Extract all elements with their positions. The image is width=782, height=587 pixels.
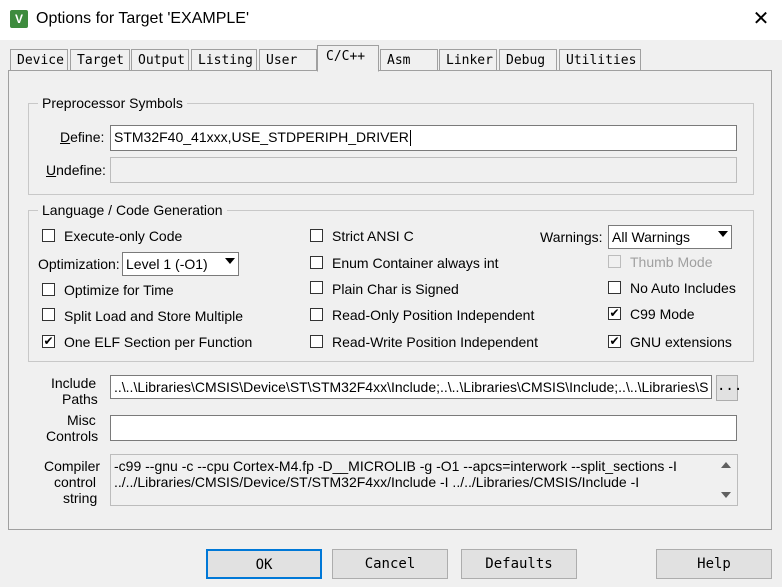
define-input[interactable]: STM32F40_41xxx,USE_STDPERIPH_DRIVER bbox=[110, 125, 737, 151]
cancel-button[interactable]: Cancel bbox=[332, 549, 448, 579]
undefine-label: Undefine: bbox=[46, 162, 106, 178]
include-paths-input[interactable]: ..\..\Libraries\CMSIS\Device\ST\STM32F4x… bbox=[110, 375, 712, 399]
split-load-checkbox[interactable] bbox=[42, 308, 55, 321]
tab-debug[interactable]: Debug bbox=[499, 49, 557, 70]
tab-listing[interactable]: Listing bbox=[191, 49, 257, 70]
split-load-label: Split Load and Store Multiple bbox=[64, 308, 243, 324]
compiler-label-3: string bbox=[63, 490, 98, 506]
strict-ansi-label: Strict ANSI C bbox=[332, 228, 414, 244]
rw-pi-checkbox[interactable] bbox=[310, 335, 323, 348]
execute-only-checkbox[interactable] bbox=[42, 229, 55, 242]
tab-target[interactable]: Target bbox=[70, 49, 130, 70]
no-auto-includes-checkbox[interactable] bbox=[608, 281, 621, 294]
compiler-label-1: Compiler bbox=[44, 458, 101, 474]
optimize-time-label: Optimize for Time bbox=[64, 282, 174, 298]
tab-user[interactable]: User bbox=[259, 49, 317, 70]
c99-mode-checkbox[interactable]: ✔ bbox=[608, 307, 621, 320]
undefine-input[interactable] bbox=[110, 157, 737, 183]
window-title: Options for Target 'EXAMPLE' bbox=[36, 10, 250, 27]
optimization-label: Optimization: bbox=[38, 256, 120, 272]
gnu-ext-label: GNU extensions bbox=[630, 334, 732, 350]
one-elf-label: One ELF Section per Function bbox=[64, 334, 253, 350]
thumb-mode-checkbox[interactable] bbox=[608, 255, 621, 268]
one-elf-checkbox[interactable]: ✔ bbox=[42, 335, 55, 348]
help-button[interactable]: Help bbox=[656, 549, 772, 579]
execute-only-label: Execute-only Code bbox=[64, 228, 183, 244]
warnings-label: Warnings: bbox=[540, 229, 603, 245]
scroll-up-icon[interactable] bbox=[721, 462, 731, 468]
optimize-time-checkbox[interactable] bbox=[42, 283, 55, 296]
compiler-line-2: ../../Libraries/CMSIS/Device/ST/STM32F4x… bbox=[114, 474, 640, 490]
rw-pi-label: Read-Write Position Independent bbox=[332, 334, 538, 350]
misc-label-2: Controls bbox=[46, 428, 99, 444]
define-label: Define: bbox=[60, 129, 105, 145]
strict-ansi-checkbox[interactable] bbox=[310, 229, 323, 242]
compiler-label-2: control bbox=[54, 474, 97, 490]
ok-button[interactable]: OK bbox=[206, 549, 322, 579]
compiler-control-string: -c99 --gnu -c --cpu Cortex-M4.fp -D__MIC… bbox=[110, 454, 738, 506]
chevron-down-icon bbox=[225, 258, 235, 264]
tab-utilities[interactable]: Utilities bbox=[559, 49, 641, 70]
plain-char-label: Plain Char is Signed bbox=[332, 281, 459, 297]
ro-pi-label: Read-Only Position Independent bbox=[332, 307, 535, 323]
close-icon[interactable]: ✕ bbox=[747, 5, 775, 33]
defaults-button[interactable]: Defaults bbox=[461, 549, 577, 579]
misc-controls-input[interactable] bbox=[110, 415, 737, 441]
enum-container-label: Enum Container always int bbox=[332, 255, 499, 271]
tab-asm[interactable]: Asm bbox=[380, 49, 438, 70]
enum-container-checkbox[interactable] bbox=[310, 256, 323, 269]
tab-c-cpp[interactable]: C/C++ bbox=[317, 45, 379, 72]
warnings-select[interactable]: All Warnings bbox=[608, 225, 732, 249]
thumb-mode-label: Thumb Mode bbox=[630, 254, 713, 270]
tab-device[interactable]: Device bbox=[10, 49, 68, 70]
tab-output[interactable]: Output bbox=[131, 49, 189, 70]
plain-char-checkbox[interactable] bbox=[310, 281, 323, 294]
ro-pi-checkbox[interactable] bbox=[310, 308, 323, 321]
gnu-ext-checkbox[interactable]: ✔ bbox=[608, 335, 621, 348]
scroll-down-icon[interactable] bbox=[721, 492, 731, 498]
misc-label-1: Misc bbox=[67, 412, 96, 428]
include-label-2: Paths bbox=[62, 391, 98, 407]
no-auto-includes-label: No Auto Includes bbox=[630, 280, 736, 296]
chevron-down-icon bbox=[718, 231, 728, 237]
tab-linker[interactable]: Linker bbox=[439, 49, 497, 70]
c99-mode-label: C99 Mode bbox=[630, 306, 695, 322]
include-label-1: Include bbox=[51, 375, 97, 391]
preprocessor-group-title: Preprocessor Symbols bbox=[38, 95, 187, 111]
optimization-select[interactable]: Level 1 (-O1) bbox=[122, 252, 239, 276]
codegen-group-title: Language / Code Generation bbox=[38, 202, 227, 218]
include-paths-browse-button[interactable]: ... bbox=[716, 375, 742, 401]
app-icon: V bbox=[10, 10, 28, 28]
compiler-line-1: -c99 --gnu -c --cpu Cortex-M4.fp -D__MIC… bbox=[114, 458, 677, 474]
